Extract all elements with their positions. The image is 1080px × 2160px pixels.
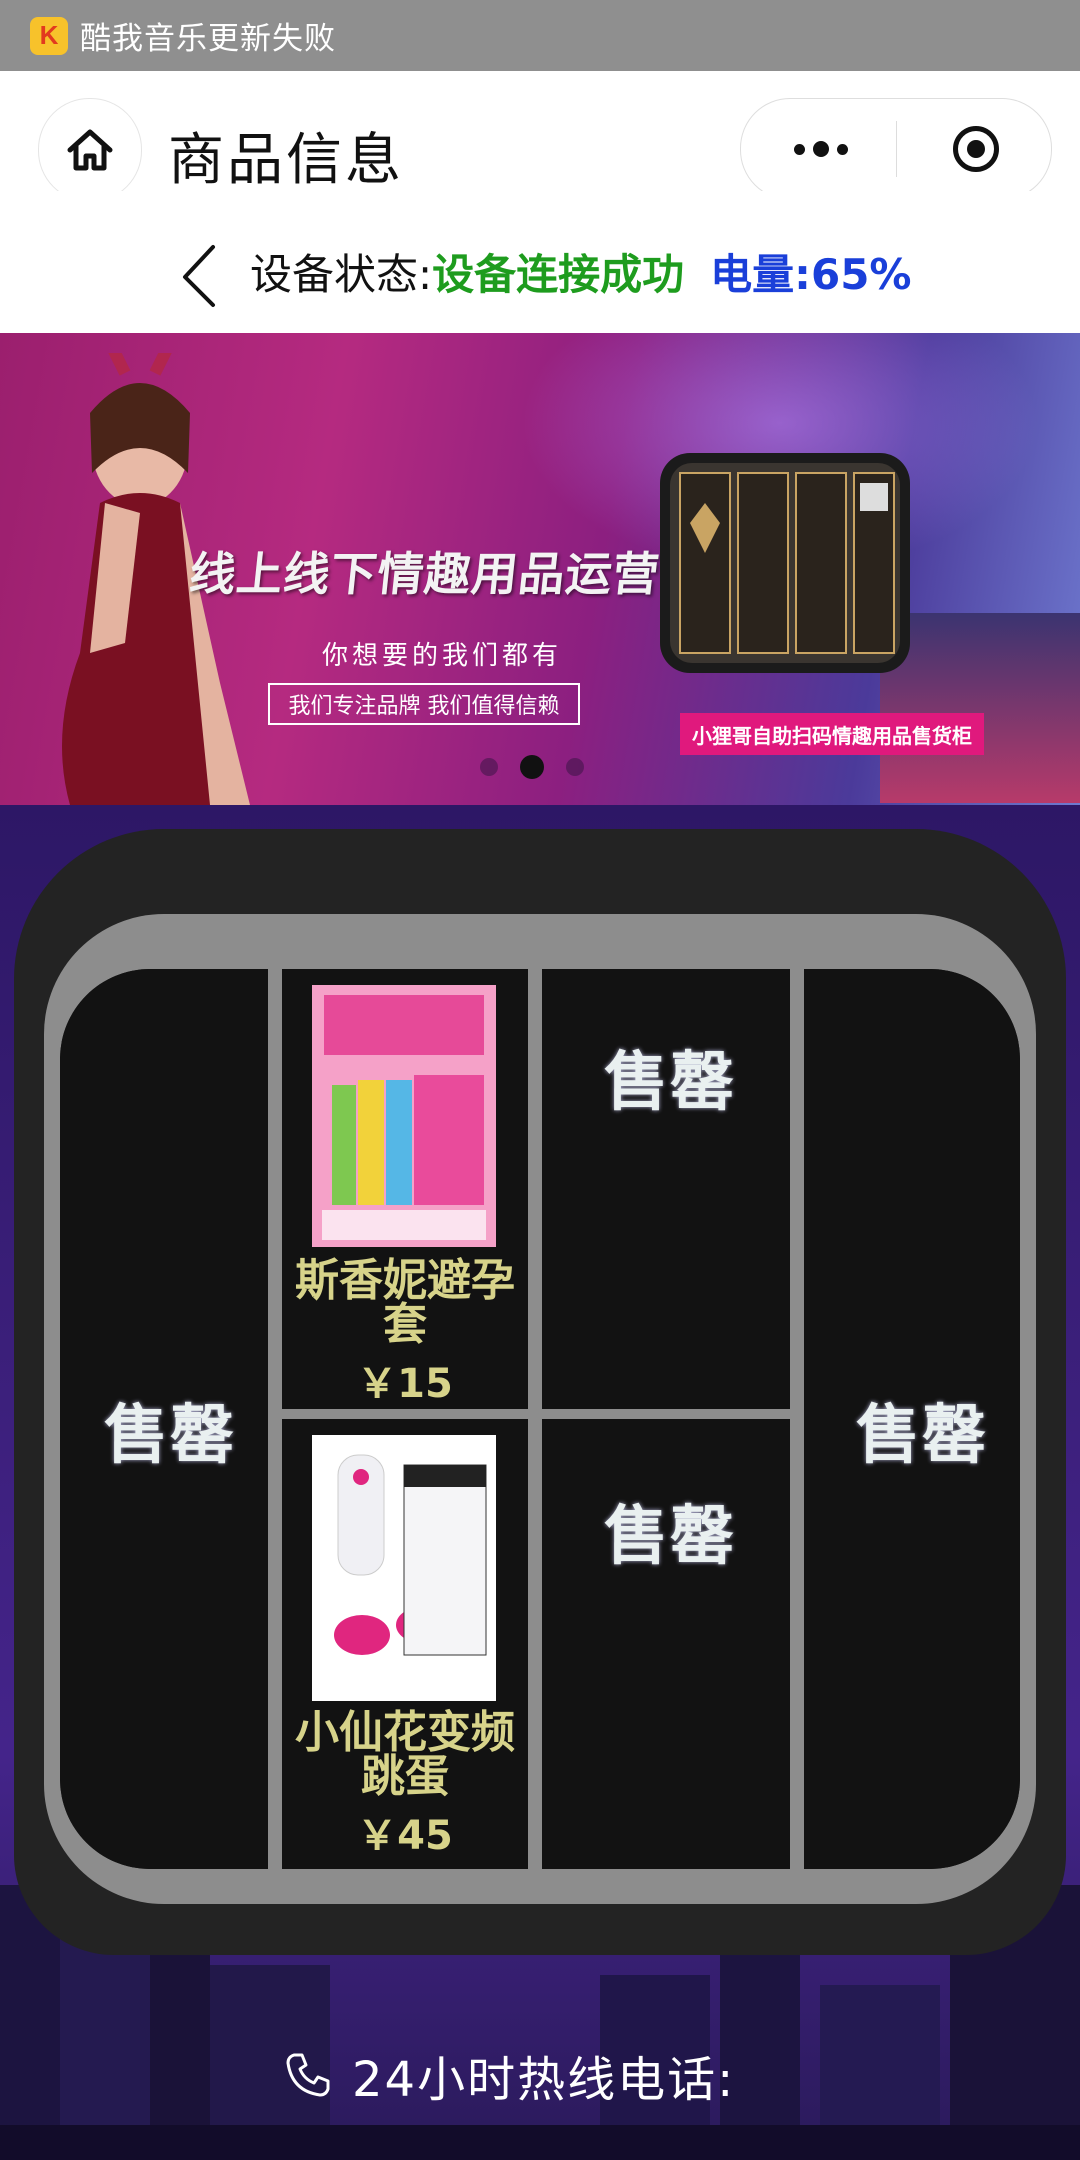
- notification-bar: K 酷我音乐更新失败: [0, 0, 1080, 71]
- slot-far-right[interactable]: 售罄: [804, 969, 1020, 1869]
- product-price: ￥15: [357, 1361, 453, 1407]
- home-icon: [67, 129, 113, 171]
- status-label: 设备状态:: [250, 250, 433, 299]
- carousel-dot[interactable]: [566, 758, 584, 776]
- carousel-dot[interactable]: [480, 758, 498, 776]
- vending-machine: 售罄 斯香妮避孕套 ￥15 售罄 售罄 小仙花变频跳蛋 ￥45 售罄: [14, 829, 1066, 1955]
- more-dot-center: [813, 141, 829, 157]
- sold-out-label: 售罄: [604, 1500, 736, 1574]
- phone-icon: [286, 2053, 330, 2097]
- slot-product-1[interactable]: 斯香妮避孕套 ￥15: [282, 969, 528, 1409]
- banner-subline: 你想要的我们都有: [322, 641, 563, 671]
- more-button[interactable]: [761, 99, 881, 199]
- page-title: 商品信息: [168, 128, 404, 193]
- banner-cabinet-image: [660, 453, 910, 673]
- column-divider: [790, 969, 804, 1869]
- product-name: 斯香妮避孕套: [295, 1255, 515, 1350]
- sold-out-label: 售罄: [856, 1399, 988, 1473]
- sold-out-label: 售罄: [604, 1046, 736, 1120]
- product-name: 小仙花变频跳蛋: [295, 1707, 515, 1802]
- carousel-indicator: [480, 755, 584, 779]
- sold-out-label: 售罄: [104, 1399, 236, 1473]
- battery-level: 电量:65%: [710, 250, 912, 299]
- notification-text: 酷我音乐更新失败: [80, 21, 336, 57]
- hotline-text: 24小时热线电话:: [352, 2052, 736, 2108]
- banner-headline: 线上线下情趣用品运营商: [186, 547, 710, 601]
- slot-left[interactable]: 售罄: [60, 969, 268, 1869]
- device-status-row: 设备状态:设备连接成功 电量:65%: [0, 191, 1080, 333]
- status-value: 设备连接成功: [432, 250, 685, 299]
- product-price: ￥45: [357, 1813, 453, 1859]
- row-divider: [542, 1409, 790, 1419]
- product-image-vibrator: [312, 1435, 496, 1701]
- title-bar: 商品信息: [0, 71, 1080, 202]
- slot-product-2[interactable]: 小仙花变频跳蛋 ￥45: [282, 1419, 528, 1869]
- slot-bottom-right[interactable]: 售罄: [542, 1419, 790, 1869]
- vibrator-image: [312, 1435, 496, 1701]
- product-image-condom: [312, 985, 496, 1247]
- more-dots-icon: [794, 143, 805, 155]
- vending-area: 售罄 斯香妮避孕套 ￥15 售罄 售罄 小仙花变频跳蛋 ￥45 售罄: [0, 805, 1080, 2160]
- home-button[interactable]: [38, 98, 142, 202]
- capsule-divider: [896, 121, 897, 177]
- banner-carousel[interactable]: 线上线下情趣用品运营商 你想要的我们都有 我们专注品牌 我们值得信赖 小狸哥自助…: [0, 333, 1080, 805]
- device-status: 设备状态:设备连接成功 电量:65%: [250, 241, 912, 302]
- mini-program-capsule: [740, 98, 1052, 200]
- target-dot: [967, 140, 985, 158]
- back-chevron-icon[interactable]: [175, 241, 225, 311]
- banner-boxed-text: 我们专注品牌 我们值得信赖: [268, 683, 580, 725]
- slot-top-right[interactable]: 售罄: [542, 969, 790, 1409]
- target-close-icon: [953, 126, 999, 172]
- banner-tag: 小狸哥自助扫码情趣用品售货柜: [680, 713, 984, 755]
- machine-face: 售罄 斯香妮避孕套 ￥15 售罄 售罄 小仙花变频跳蛋 ￥45 售罄: [60, 969, 1020, 1869]
- hotline[interactable]: 24小时热线电话:: [282, 2040, 735, 2110]
- close-button[interactable]: [921, 99, 1031, 199]
- more-dot-right: [837, 143, 848, 155]
- row-divider: [282, 1409, 528, 1419]
- music-app-icon: K: [30, 16, 68, 55]
- carousel-dot-active[interactable]: [520, 755, 544, 779]
- banner-room-image: [880, 613, 1080, 803]
- condom-box-image: [312, 985, 496, 1247]
